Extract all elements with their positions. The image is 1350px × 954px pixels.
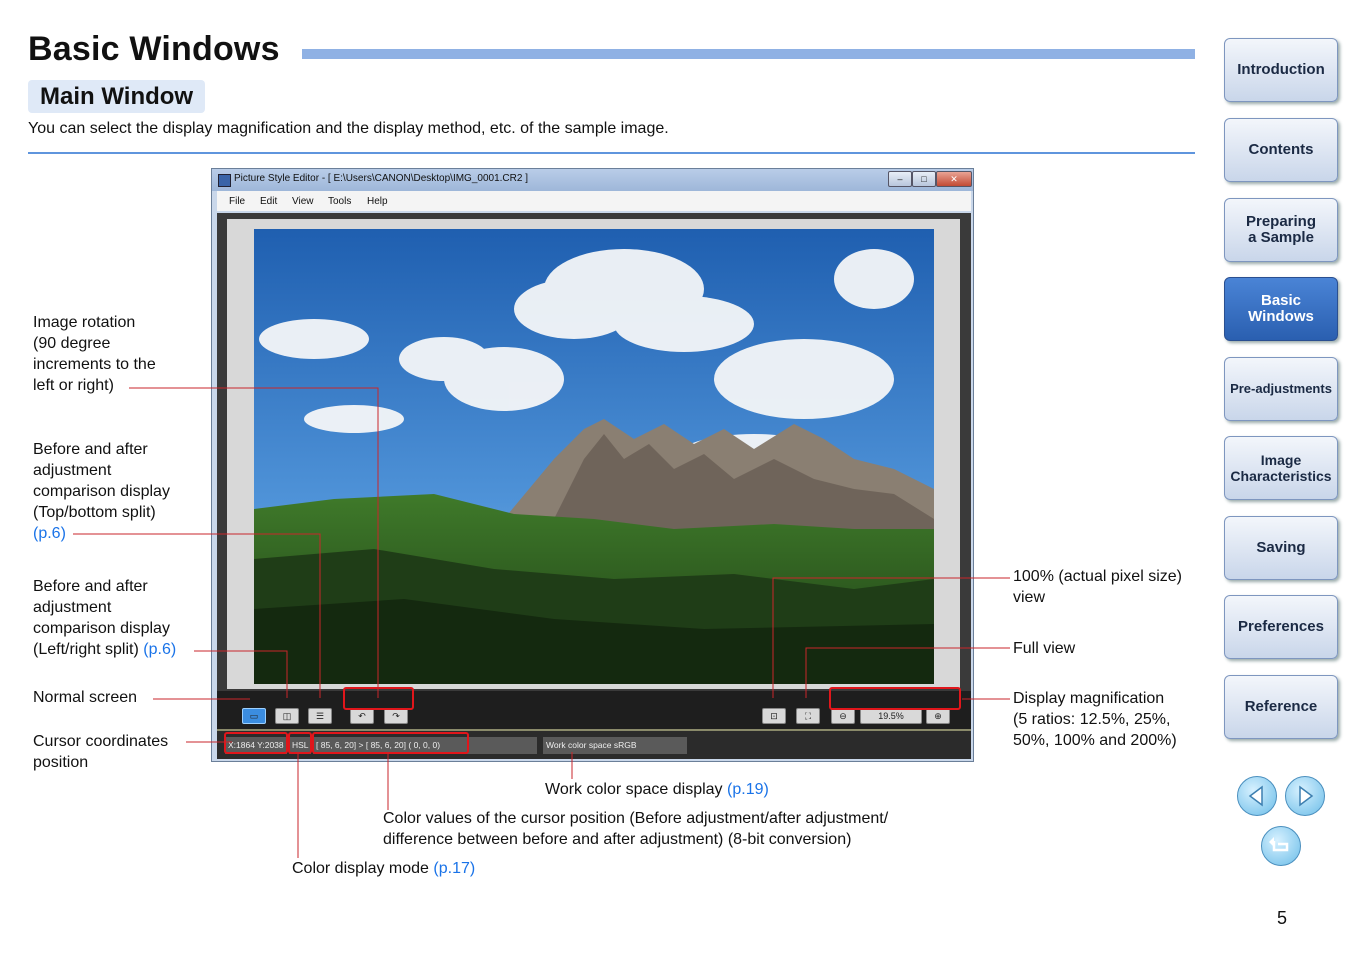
annotation-line: left or right) — [33, 377, 114, 394]
annotation-color-values: Color values of the cursor position (Bef… — [383, 808, 888, 850]
annotation-rotation: Image rotation (90 degree increments to … — [33, 312, 156, 396]
page-number: 5 — [1277, 908, 1288, 928]
annotation-left-right: Before and after adjustment comparison d… — [33, 576, 176, 660]
page-reference-link[interactable]: (p.17) — [433, 860, 475, 877]
nav-saving[interactable]: Saving — [1224, 516, 1338, 580]
annotation-line: increments to the — [33, 356, 156, 373]
nav-introduction[interactable]: Introduction — [1224, 38, 1338, 102]
annotation-line: (Left/right split) (p.6) — [33, 639, 176, 660]
nav-label: Image Characteristics — [1230, 452, 1332, 484]
annotation-cursor: Cursor coordinates position — [33, 731, 168, 773]
annotation-line: (90 degree — [33, 335, 111, 352]
annotation-line: adjustment — [33, 599, 112, 616]
annotation-text: Work color space display — [545, 781, 723, 798]
nav-contents[interactable]: Contents — [1224, 118, 1338, 182]
page-reference-link[interactable]: (p.19) — [727, 781, 769, 798]
next-page-icon[interactable] — [1285, 776, 1325, 816]
annotation-work-space: Work color space display (p.19) — [545, 779, 769, 800]
nav-pre-adjustments[interactable]: Pre-adjustments — [1224, 357, 1338, 421]
nav-basic-windows[interactable]: Basic Windows — [1224, 277, 1338, 341]
annotation-text: (Left/right split) — [33, 641, 139, 658]
previous-page-icon[interactable] — [1237, 776, 1277, 816]
annotation-normal-screen: Normal screen — [33, 689, 138, 706]
annotation-line: Display magnification — [1013, 690, 1165, 707]
annotation-line: Cursor coordinates — [33, 733, 169, 750]
annotation-top-bottom: Before and after adjustment comparison d… — [33, 439, 170, 544]
nav-label: Basic Windows — [1248, 292, 1314, 325]
annotation-color-mode: Color display mode (p.17) — [292, 858, 475, 879]
annotation-text: Color display mode — [292, 860, 429, 877]
annotation-line: Color values of the cursor position (Bef… — [383, 810, 889, 827]
annotation-line: Before and after — [33, 441, 148, 458]
nav-image-characteristics[interactable]: Image Characteristics — [1224, 436, 1338, 500]
annotation-line: 50%, 100% and 200%) — [1013, 732, 1177, 749]
nav-label: Preparing a Sample — [1245, 213, 1317, 246]
annotation-line: (Top/bottom split) — [33, 504, 156, 521]
annotation-line: 100% (actual pixel size) — [1013, 568, 1182, 585]
annotation-line: Before and after — [33, 578, 148, 595]
annotation-line: comparison display — [33, 620, 170, 637]
annotation-line: position — [33, 754, 89, 771]
annotation-magnification: Display magnification (5 ratios: 12.5%, … — [1013, 688, 1177, 751]
annotation-line: view — [1013, 589, 1046, 606]
annotation-line: difference between before and after adju… — [383, 831, 852, 848]
nav-reference[interactable]: Reference — [1224, 675, 1338, 739]
annotation-full-view: Full view — [1013, 640, 1076, 657]
page-reference-link[interactable]: (p.6) — [143, 641, 176, 658]
annotation-line: adjustment — [33, 462, 112, 479]
annotation-line: (5 ratios: 12.5%, 25%, — [1013, 711, 1171, 728]
nav-preparing-sample[interactable]: Preparing a Sample — [1224, 198, 1338, 262]
page-reference-link[interactable]: (p.6) — [33, 523, 170, 544]
return-icon[interactable] — [1261, 826, 1301, 866]
annotation-line: comparison display — [33, 483, 170, 500]
nav-preferences[interactable]: Preferences — [1224, 595, 1338, 659]
annotation-actual-size: 100% (actual pixel size) view — [1013, 566, 1182, 608]
annotation-line: Image rotation — [33, 314, 136, 331]
